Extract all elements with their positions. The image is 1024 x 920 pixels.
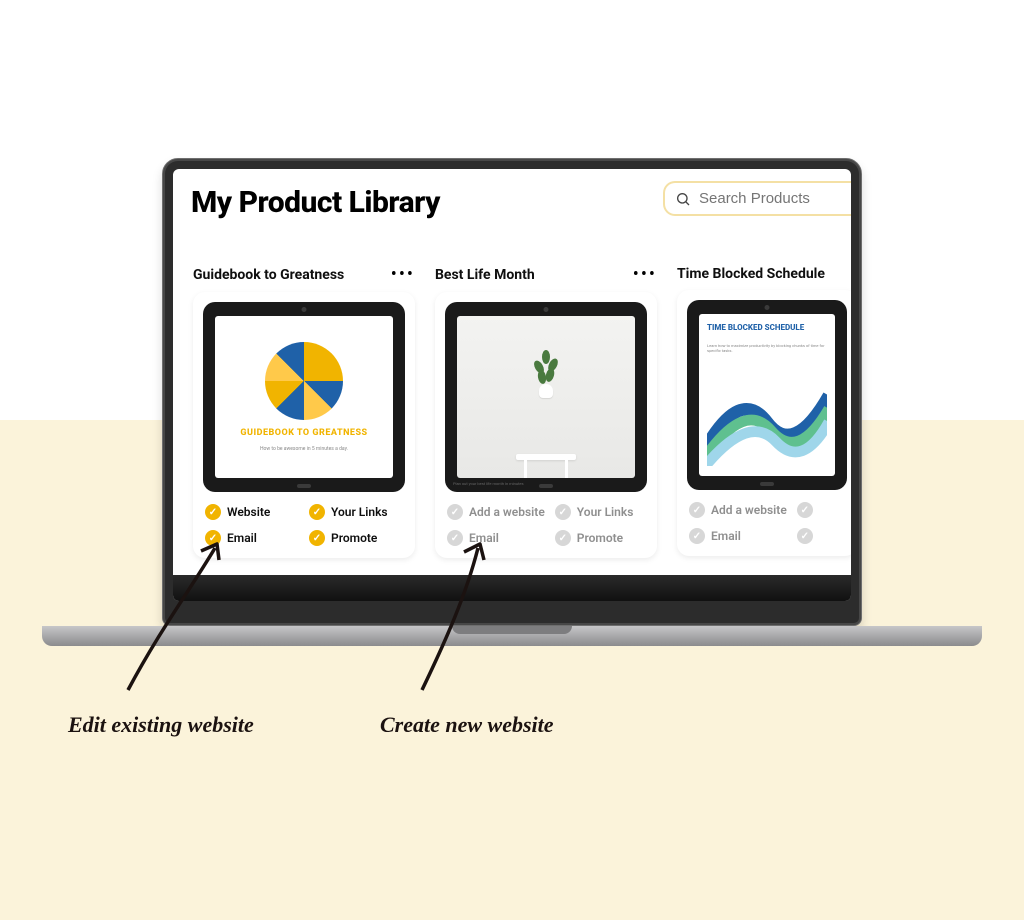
product-column: Time Blocked Schedule TIME BLOCKED SCHED…	[677, 266, 851, 558]
product-name: Time Blocked Schedule	[677, 266, 825, 282]
check-icon: ✓	[797, 502, 813, 518]
tablet-mockup: Plan out your best life month in minutes	[445, 302, 647, 492]
action-your-links[interactable]: ✓	[797, 502, 845, 518]
search-input[interactable]	[697, 189, 837, 208]
product-card[interactable]: GUIDEBOOK TO GREATNESS How to be awesome…	[193, 292, 415, 558]
laptop-screen: My Product Library Guidebook to Greatnes…	[173, 169, 851, 601]
search-icon	[675, 191, 691, 207]
product-card[interactable]: Plan out your best life month in minutes…	[435, 292, 657, 558]
action-add-website[interactable]: ✓ Add a website	[447, 504, 545, 520]
annotation-caption: Edit existing website	[68, 712, 254, 738]
check-icon: ✓	[689, 502, 705, 518]
wave-art	[707, 369, 827, 466]
action-add-website[interactable]: ✓ Add a website	[689, 502, 787, 518]
cover-subtitle: How to be awesome in 5 minutes a day.	[260, 446, 348, 452]
action-promote[interactable]: ✓	[797, 528, 845, 544]
product-column: Guidebook to Greatness ••• GUIDEBOOK TO …	[193, 266, 415, 558]
action-label: Your Links	[577, 505, 634, 519]
cover-subtitle: Learn how to maximize productivity by bl…	[707, 343, 827, 353]
cover-title: GUIDEBOOK TO GREATNESS	[240, 428, 367, 438]
product-library-app: My Product Library Guidebook to Greatnes…	[173, 169, 851, 601]
more-options-icon[interactable]: •••	[633, 266, 657, 284]
check-icon: ✓	[689, 528, 705, 544]
annotation-caption: Create new website	[380, 712, 554, 738]
check-icon: ✓	[797, 528, 813, 544]
check-icon: ✓	[555, 530, 571, 546]
check-icon: ✓	[555, 504, 571, 520]
annotation-create-new	[390, 540, 530, 714]
action-label: Email	[711, 529, 741, 543]
action-label: Add a website	[469, 505, 545, 519]
action-label: Promote	[331, 531, 377, 545]
cover-title: TIME BLOCKED SCHEDULE	[707, 324, 804, 333]
action-promote[interactable]: ✓ Promote	[309, 530, 403, 546]
action-promote[interactable]: ✓ Promote	[555, 530, 645, 546]
arrow-icon	[100, 540, 260, 710]
tablet-mockup: TIME BLOCKED SCHEDULE Learn how to maxim…	[687, 300, 847, 490]
action-label: Add a website	[711, 503, 787, 517]
action-email[interactable]: ✓ Email	[689, 528, 787, 544]
action-label: Website	[227, 505, 270, 519]
action-label: Promote	[577, 531, 623, 545]
product-column: Best Life Month ••• Plan out your best l…	[435, 266, 657, 558]
product-name: Guidebook to Greatness	[193, 267, 344, 283]
product-card[interactable]: TIME BLOCKED SCHEDULE Learn how to maxim…	[677, 290, 851, 556]
tablet-mockup: GUIDEBOOK TO GREATNESS How to be awesome…	[203, 302, 405, 492]
search-field[interactable]	[663, 181, 851, 216]
product-name: Best Life Month	[435, 267, 535, 283]
arrow-icon	[390, 540, 530, 710]
check-icon: ✓	[309, 530, 325, 546]
action-your-links[interactable]: ✓ Your Links	[555, 504, 645, 520]
check-icon: ✓	[205, 504, 221, 520]
check-icon: ✓	[447, 504, 463, 520]
annotation-edit-existing	[100, 540, 260, 714]
product-cover: Plan out your best life month in minutes	[457, 316, 635, 478]
action-label: Your Links	[331, 505, 388, 519]
more-options-icon[interactable]: •••	[391, 266, 415, 284]
check-icon: ✓	[309, 504, 325, 520]
product-cover: GUIDEBOOK TO GREATNESS How to be awesome…	[215, 316, 393, 478]
action-website[interactable]: ✓ Website	[205, 504, 299, 520]
action-your-links[interactable]: ✓ Your Links	[309, 504, 403, 520]
product-cards-row: Guidebook to Greatness ••• GUIDEBOOK TO …	[191, 266, 833, 558]
product-cover: TIME BLOCKED SCHEDULE Learn how to maxim…	[699, 314, 835, 476]
